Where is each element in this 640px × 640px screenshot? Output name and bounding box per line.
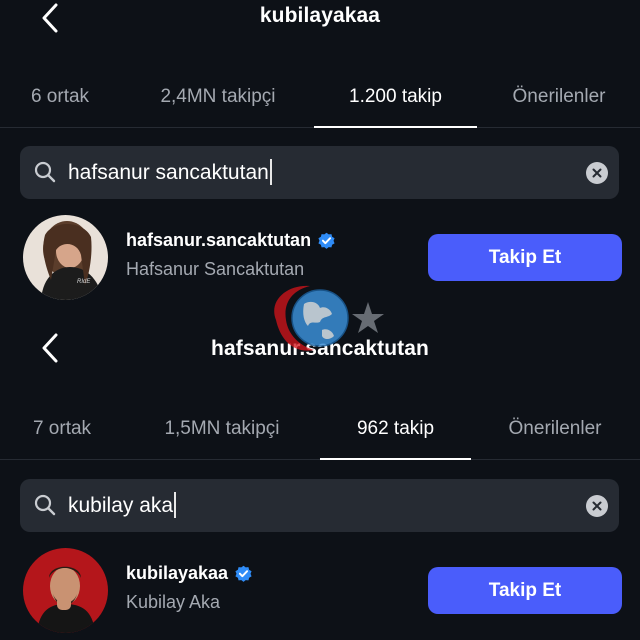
follow-button[interactable]: Takip Et — [428, 567, 622, 614]
tab-following[interactable]: 1.200 takip — [314, 67, 477, 127]
profile-tabs: 6 ortak 2,4MN takipçi 1.200 takip Öneril… — [0, 67, 640, 128]
avatar[interactable] — [23, 548, 108, 633]
text-cursor — [269, 158, 272, 185]
tab-mutual[interactable]: 7 ortak — [0, 399, 124, 459]
following-panel-hafsanur: hafsanur.sancaktutan 7 ortak 1,5MN takip… — [0, 320, 640, 640]
close-icon — [592, 168, 602, 178]
tab-followers[interactable]: 1,5MN takipçi — [142, 399, 302, 459]
username-text: hafsanur.sancaktutan — [126, 230, 312, 250]
tab-following[interactable]: 962 takip — [320, 399, 471, 459]
verified-badge-icon — [318, 232, 335, 249]
list-item[interactable]: kubilayakaa Kubilay Aka Takip Et — [0, 548, 640, 634]
search-input-value: hafsanur sancaktutan — [68, 161, 269, 184]
tab-suggested[interactable]: Önerilenler — [495, 67, 623, 127]
tab-followers[interactable]: 2,4MN takipçi — [138, 67, 298, 127]
avatar[interactable]: RIdE — [23, 215, 108, 300]
search-field[interactable]: kubilay aka — [20, 479, 619, 532]
page-title: kubilayakaa — [259, 4, 381, 27]
screenshot-collage: kubilayakaa 6 ortak 2,4MN takipçi 1.200 … — [0, 0, 640, 640]
tab-suggested[interactable]: Önerilenler — [491, 399, 619, 459]
clear-search-button[interactable] — [586, 162, 608, 184]
profile-tabs: 7 ortak 1,5MN takipçi 962 takip Önerilen… — [0, 399, 640, 460]
active-tab-indicator — [314, 126, 477, 128]
list-item[interactable]: RIdE hafsanur.sancaktutan Hafsanur Sanca… — [0, 215, 640, 301]
search-field[interactable]: hafsanur sancaktutan — [20, 146, 619, 199]
page-title: hafsanur.sancaktutan — [211, 337, 429, 360]
search-icon — [34, 161, 56, 183]
username-text: kubilayakaa — [126, 563, 229, 583]
svg-text:RIdE: RIdE — [77, 279, 91, 285]
tab-mutual[interactable]: 6 ortak — [0, 67, 120, 127]
search-input[interactable]: kubilay aka — [68, 479, 177, 532]
full-name: Kubilay Aka — [126, 592, 221, 612]
clear-search-button[interactable] — [586, 495, 608, 517]
following-panel-kubilayakaa: kubilayakaa 6 ortak 2,4MN takipçi 1.200 … — [0, 0, 640, 320]
search-input[interactable]: hafsanur sancaktutan — [68, 146, 272, 199]
username[interactable]: kubilayakaa — [126, 563, 253, 584]
search-icon — [34, 494, 56, 516]
active-tab-indicator — [320, 458, 471, 460]
text-cursor — [174, 491, 177, 518]
verified-badge-icon — [235, 565, 252, 582]
search-input-value: kubilay aka — [68, 494, 174, 517]
close-icon — [592, 501, 602, 511]
username[interactable]: hafsanur.sancaktutan — [126, 230, 336, 251]
full-name: Hafsanur Sancaktutan — [126, 259, 305, 279]
follow-button[interactable]: Takip Et — [428, 234, 622, 281]
